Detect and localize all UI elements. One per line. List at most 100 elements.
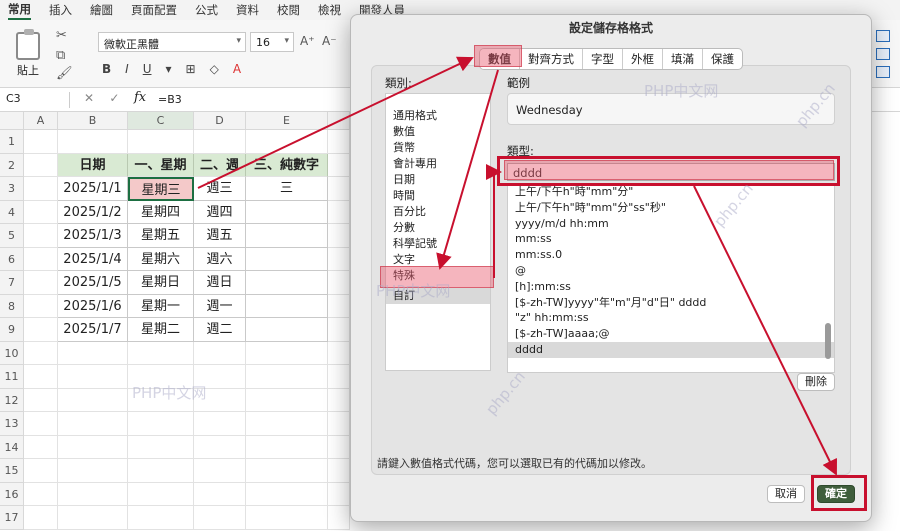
sheet-cell[interactable]: 星期六 bbox=[128, 247, 194, 271]
sheet-cell[interactable] bbox=[24, 153, 58, 177]
sheet-cell[interactable] bbox=[246, 388, 328, 412]
sheet-cell[interactable]: 週五 bbox=[194, 224, 246, 248]
font-size-select[interactable]: 16 ▾ bbox=[250, 32, 294, 52]
sheet-cell[interactable] bbox=[194, 506, 246, 530]
format-code-item[interactable]: mm:ss bbox=[508, 231, 834, 247]
category-item[interactable]: 時間 bbox=[386, 188, 490, 204]
italic-button[interactable]: I bbox=[125, 62, 129, 76]
sheet-cell[interactable]: 週日 bbox=[194, 271, 246, 295]
sheet-cell[interactable] bbox=[194, 435, 246, 459]
tab-review[interactable]: 校閱 bbox=[277, 2, 300, 18]
sheet-cell[interactable] bbox=[128, 459, 194, 483]
sheet-cell[interactable] bbox=[328, 435, 350, 459]
row-header[interactable]: 14 bbox=[0, 435, 24, 459]
format-code-item[interactable]: @ bbox=[508, 263, 834, 279]
sheet-cell[interactable] bbox=[328, 459, 350, 483]
sheet-cell[interactable] bbox=[328, 318, 350, 342]
delete-button[interactable]: 刪除 bbox=[797, 373, 835, 391]
sheet-cell[interactable] bbox=[24, 271, 58, 295]
sheet-cell[interactable] bbox=[246, 341, 328, 365]
chevron-down-icon[interactable]: ▾ bbox=[166, 62, 172, 76]
tab-view[interactable]: 檢視 bbox=[318, 2, 341, 18]
sheet-cell[interactable] bbox=[328, 247, 350, 271]
sheet-cell[interactable] bbox=[24, 435, 58, 459]
sheet-cell[interactable] bbox=[24, 200, 58, 224]
sheet-cell[interactable]: 2025/1/1 bbox=[58, 177, 128, 201]
sheet-cell[interactable]: 2025/1/3 bbox=[58, 224, 128, 248]
formula-input[interactable]: =B3 bbox=[158, 93, 182, 106]
sheet-cell[interactable] bbox=[24, 294, 58, 318]
sheet-cell[interactable]: 一、星期 bbox=[128, 153, 194, 177]
sheet-cell[interactable]: 2025/1/4 bbox=[58, 247, 128, 271]
sheet-cell[interactable] bbox=[246, 459, 328, 483]
border-icon[interactable]: ⊞ bbox=[186, 62, 196, 76]
tab-page-layout[interactable]: 頁面配置 bbox=[131, 2, 177, 18]
font-color-icon[interactable]: A bbox=[233, 62, 241, 76]
sheet-cell[interactable] bbox=[246, 247, 328, 271]
row-header[interactable]: 6 bbox=[0, 247, 24, 271]
underline-button[interactable]: U bbox=[143, 62, 152, 76]
sheet-cell[interactable] bbox=[58, 459, 128, 483]
row-header[interactable]: 10 bbox=[0, 341, 24, 365]
row-header[interactable]: 13 bbox=[0, 412, 24, 436]
table-icon[interactable] bbox=[876, 48, 890, 60]
sheet-cell[interactable] bbox=[328, 224, 350, 248]
font-name-select[interactable]: 微軟正黑體 ▾ bbox=[98, 32, 246, 52]
sheet-cell[interactable]: 週三 bbox=[194, 177, 246, 201]
sheet-cell[interactable] bbox=[328, 200, 350, 224]
sheet-cell[interactable] bbox=[246, 482, 328, 506]
sheet-cell[interactable] bbox=[128, 435, 194, 459]
sheet-cell[interactable]: 三、純數字 bbox=[246, 153, 328, 177]
sheet-cell[interactable] bbox=[194, 459, 246, 483]
sheet-cell[interactable] bbox=[24, 224, 58, 248]
sheet-cell[interactable] bbox=[24, 247, 58, 271]
selected-cell-c3[interactable]: 星期三 bbox=[128, 177, 194, 201]
tab-insert[interactable]: 插入 bbox=[49, 2, 72, 18]
sheet-cell[interactable]: 日期 bbox=[58, 153, 128, 177]
sheet-cell[interactable] bbox=[246, 365, 328, 389]
sheet-cell[interactable]: 2025/1/2 bbox=[58, 200, 128, 224]
sheet-cell[interactable]: 週二 bbox=[194, 318, 246, 342]
decrease-font-icon[interactable]: A⁻ bbox=[322, 34, 337, 48]
sheet-cell[interactable] bbox=[194, 388, 246, 412]
tab-border[interactable]: 外框 bbox=[623, 49, 663, 69]
category-item[interactable]: 貨幣 bbox=[386, 140, 490, 156]
format-code-item[interactable]: "z" hh:mm:ss bbox=[508, 310, 834, 326]
sheet-cell[interactable] bbox=[58, 435, 128, 459]
sheet-cell[interactable] bbox=[328, 506, 350, 530]
format-painter-icon[interactable]: 🖌 bbox=[56, 66, 73, 81]
sheet-cell[interactable] bbox=[24, 130, 58, 154]
tab-font[interactable]: 字型 bbox=[583, 49, 623, 69]
sheet-cell[interactable] bbox=[328, 482, 350, 506]
sheet-cell[interactable] bbox=[24, 459, 58, 483]
sheet-cell[interactable]: 星期一 bbox=[128, 294, 194, 318]
sheet-cell[interactable]: 星期五 bbox=[128, 224, 194, 248]
sheet-cell[interactable] bbox=[128, 482, 194, 506]
category-item[interactable]: 科學記號 bbox=[386, 236, 490, 252]
sheet-cell[interactable] bbox=[194, 412, 246, 436]
row-header[interactable]: 8 bbox=[0, 294, 24, 318]
format-code-item[interactable]: [$-zh-TW]aaaa;@ bbox=[508, 326, 834, 342]
sheet-cell[interactable] bbox=[328, 177, 350, 201]
row-header[interactable]: 2 bbox=[0, 153, 24, 177]
row-header[interactable]: 12 bbox=[0, 388, 24, 412]
format-code-item[interactable]: 上午/下午h"時"mm"分"ss"秒" bbox=[508, 200, 834, 216]
format-code-item[interactable]: 上午/下午h"時"mm"分" bbox=[508, 184, 834, 200]
format-code-item[interactable]: dddd bbox=[508, 341, 834, 358]
tab-draw[interactable]: 繪圖 bbox=[90, 2, 113, 18]
column-header-f[interactable] bbox=[328, 112, 350, 130]
tab-fill[interactable]: 填滿 bbox=[663, 49, 703, 69]
sheet-cell[interactable] bbox=[194, 365, 246, 389]
sheet-cell[interactable] bbox=[328, 294, 350, 318]
sheet-cell[interactable]: 三 bbox=[246, 177, 328, 201]
tab-data[interactable]: 資料 bbox=[236, 2, 259, 18]
row-header[interactable]: 5 bbox=[0, 224, 24, 248]
category-item[interactable]: 會計專用 bbox=[386, 156, 490, 172]
category-item[interactable]: 日期 bbox=[386, 172, 490, 188]
sheet-cell[interactable] bbox=[58, 365, 128, 389]
row-header[interactable]: 3 bbox=[0, 177, 24, 201]
tab-formulas[interactable]: 公式 bbox=[195, 2, 218, 18]
format-code-item[interactable]: yyyy/m/d hh:mm bbox=[508, 216, 834, 232]
sheet-cell[interactable]: 二、週 bbox=[194, 153, 246, 177]
copy-icon[interactable]: ⧉ bbox=[56, 48, 65, 63]
